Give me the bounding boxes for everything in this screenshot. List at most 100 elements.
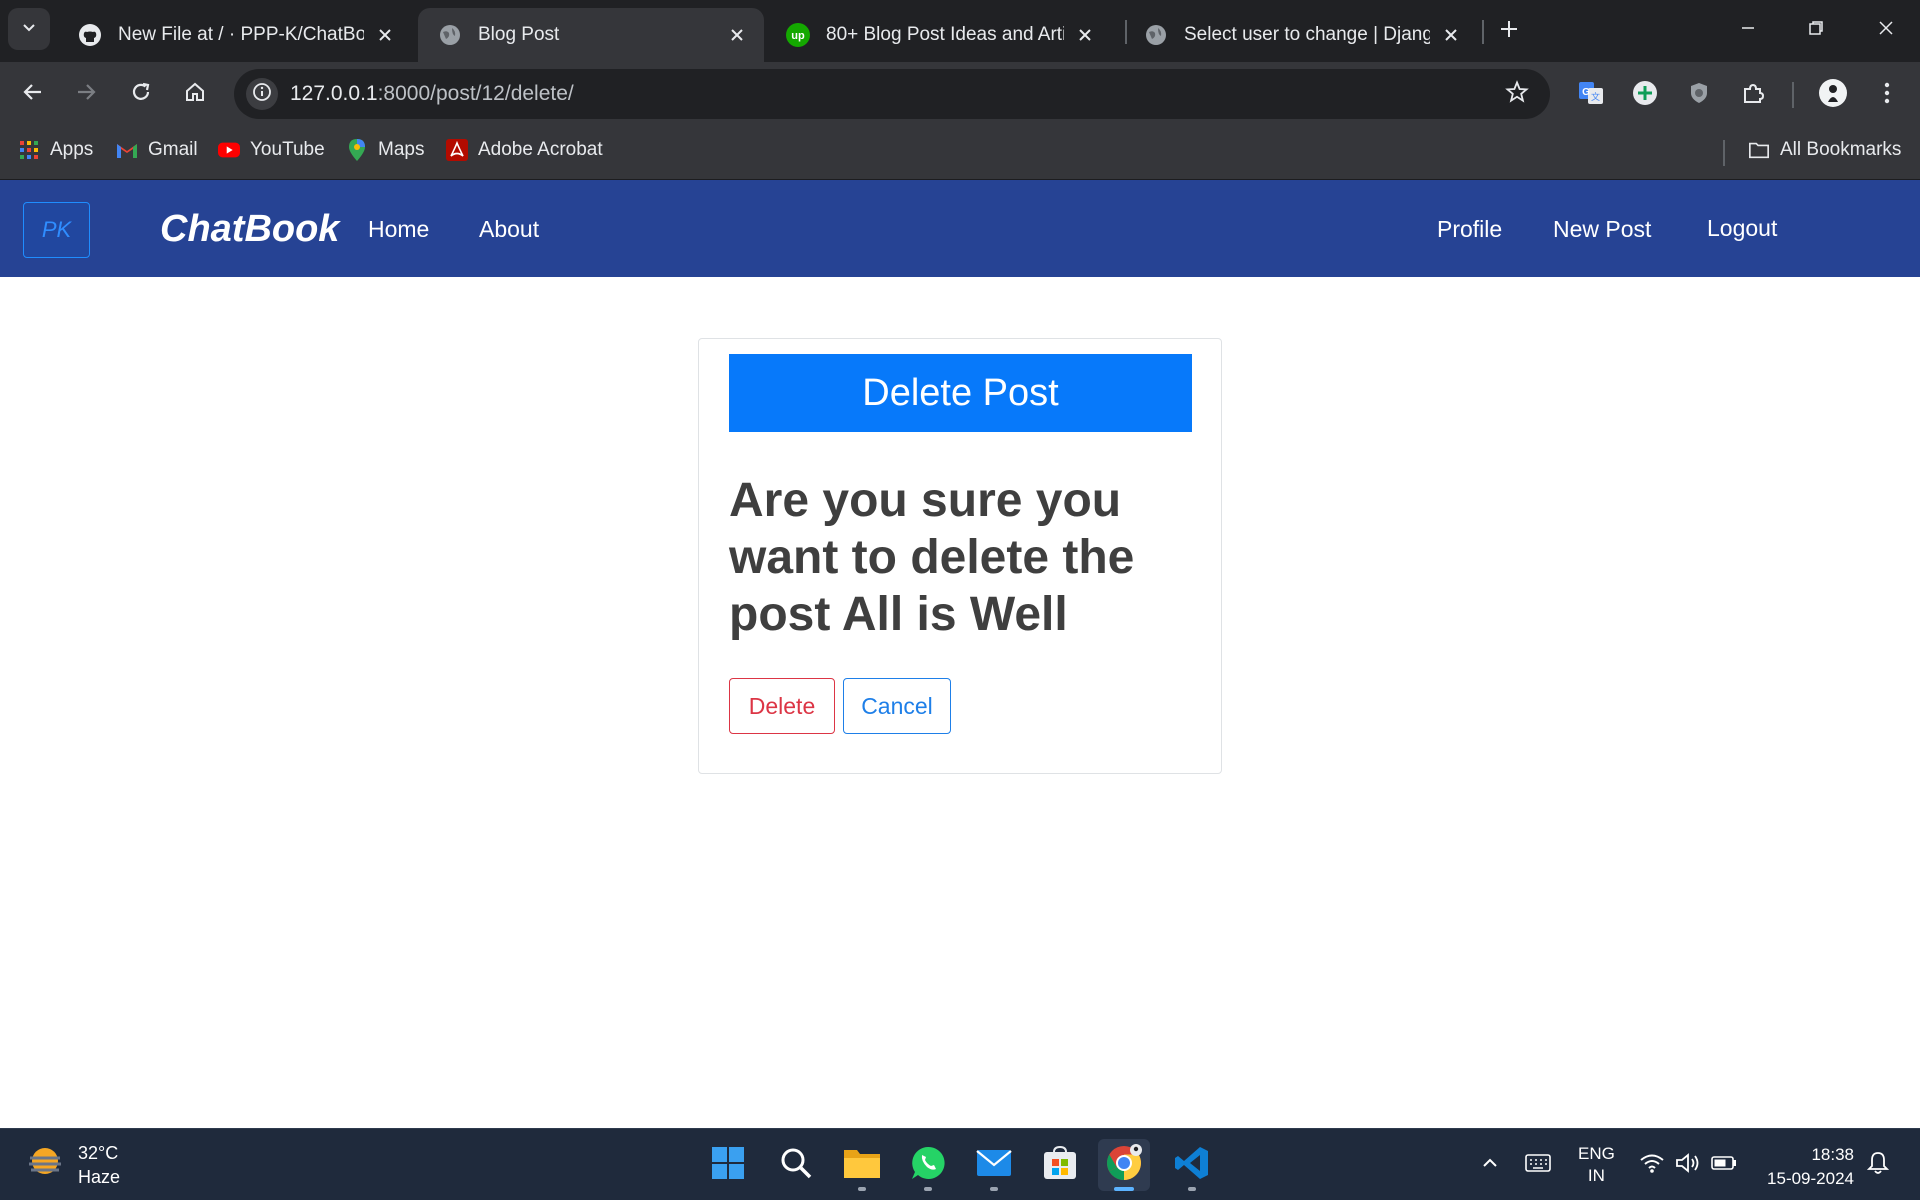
bookmark-maps[interactable]: Maps [346, 139, 424, 161]
site-info-button[interactable] [246, 78, 278, 110]
delete-button[interactable]: Delete [729, 678, 835, 734]
extensions-button[interactable] [1736, 78, 1770, 112]
address-bar[interactable]: 127.0.0.1:8000/post/12/delete/ [234, 69, 1550, 119]
close-icon[interactable] [374, 24, 396, 46]
taskbar-search-button[interactable] [770, 1139, 822, 1191]
bookmark-label: Maps [378, 139, 425, 160]
windows-taskbar: 32°C Haze ENG IN 18:38 15-09-2024 [0, 1128, 1920, 1200]
start-button[interactable] [702, 1139, 754, 1191]
minimize-icon [1740, 20, 1756, 41]
taskbar-vscode[interactable] [1166, 1139, 1218, 1191]
close-icon [1878, 20, 1894, 41]
bookmark-gmail[interactable]: Gmail [116, 139, 198, 161]
bookmark-youtube[interactable]: YouTube [218, 139, 325, 161]
weather-widget[interactable]: 32°C Haze [26, 1141, 120, 1189]
haze-weather-icon [26, 1144, 64, 1187]
brand-badge[interactable]: PK [23, 202, 90, 258]
bookmark-label: Adobe Acrobat [478, 139, 603, 160]
browser-menu-button[interactable] [1870, 78, 1904, 112]
tab-github[interactable]: New File at / · PPP-K/ChatBook [58, 8, 412, 62]
taskbar-file-explorer[interactable] [836, 1139, 888, 1191]
back-button[interactable] [15, 76, 51, 112]
avatar [1818, 78, 1848, 113]
translate-icon: G文 [1577, 79, 1605, 112]
clock-date: 15-09-2024 [1767, 1169, 1854, 1188]
brand-name[interactable]: ChatBook [160, 208, 339, 251]
vscode-icon [1174, 1145, 1210, 1186]
plus-circle-icon [1632, 80, 1658, 111]
bookmark-label: YouTube [250, 139, 325, 160]
svg-text:up: up [791, 30, 805, 42]
url-path: :8000/post/12/delete/ [377, 82, 574, 105]
card-header: Delete Post [729, 354, 1192, 432]
toolbar-separator [1792, 82, 1794, 108]
upwork-icon: up [786, 23, 810, 47]
notifications-button[interactable] [1862, 1149, 1894, 1181]
language-indicator[interactable]: ENG IN [1578, 1143, 1615, 1187]
taskbar-whatsapp[interactable] [902, 1139, 954, 1191]
privacy-extension[interactable] [1682, 78, 1716, 112]
mail-icon [976, 1149, 1012, 1182]
bookmark-apps[interactable]: Apps [18, 139, 93, 161]
restore-button[interactable] [1788, 10, 1844, 50]
volume-status[interactable] [1672, 1149, 1704, 1181]
all-bookmarks-button[interactable]: All Bookmarks [1748, 139, 1901, 161]
touch-keyboard-button[interactable] [1522, 1149, 1554, 1181]
taskbar-chrome[interactable] [1098, 1139, 1150, 1191]
minimize-button[interactable] [1720, 10, 1776, 50]
close-window-button[interactable] [1858, 10, 1914, 50]
nav-profile-link[interactable]: Profile [1437, 216, 1502, 243]
store-icon [1043, 1145, 1077, 1185]
all-bookmarks-label: All Bookmarks [1780, 139, 1902, 160]
plus-icon [1499, 19, 1519, 44]
reload-button[interactable] [123, 76, 159, 112]
battery-status[interactable] [1708, 1149, 1740, 1181]
chrome-icon [1105, 1143, 1143, 1187]
google-translate-extension[interactable]: G文 [1574, 78, 1608, 112]
tab-django-admin[interactable]: Select user to change | Django s [1124, 8, 1478, 62]
clock-time: 18:38 [1811, 1145, 1854, 1164]
delete-confirm-card: Delete Post Are you sure you want to del… [698, 338, 1222, 774]
close-icon[interactable] [1074, 24, 1096, 46]
taskbar-mail[interactable] [968, 1139, 1020, 1191]
weather-temp: 32°C [78, 1143, 119, 1163]
svg-text:文: 文 [1591, 91, 1600, 102]
nav-about-link[interactable]: About [479, 216, 539, 243]
home-button[interactable] [177, 76, 213, 112]
running-indicator [858, 1187, 866, 1191]
tab-search-button[interactable] [8, 8, 50, 50]
new-tab-button[interactable] [1492, 14, 1526, 48]
youtube-icon [218, 139, 240, 161]
nav-logout-link[interactable]: Logout [1707, 215, 1777, 242]
tab-upwork[interactable]: up 80+ Blog Post Ideas and Article [766, 8, 1112, 62]
maps-pin-icon [346, 139, 368, 161]
globe-icon [438, 23, 462, 47]
info-icon [252, 82, 272, 107]
nav-home-link[interactable]: Home [368, 216, 429, 243]
wifi-status[interactable] [1636, 1149, 1668, 1181]
add-extension-button[interactable] [1628, 78, 1662, 112]
search-icon [780, 1147, 812, 1184]
nav-new-post-link[interactable]: New Post [1553, 216, 1651, 243]
profile-button[interactable] [1816, 78, 1850, 112]
taskbar-store[interactable] [1034, 1139, 1086, 1191]
tab-title: Select user to change | Django s [1184, 24, 1430, 45]
close-icon[interactable] [1440, 24, 1462, 46]
restore-icon [1808, 20, 1824, 41]
system-clock[interactable]: 18:38 15-09-2024 [1767, 1143, 1854, 1191]
puzzle-icon [1741, 81, 1765, 110]
battery-icon [1711, 1155, 1737, 1176]
site-navbar: PK ChatBook Home About Profile New Post … [0, 180, 1920, 277]
star-icon [1505, 79, 1529, 109]
close-icon[interactable] [726, 24, 748, 46]
cancel-button[interactable]: Cancel [843, 678, 951, 734]
bookmark-adobe-acrobat[interactable]: Adobe Acrobat [446, 139, 603, 161]
weather-desc: Haze [78, 1167, 121, 1187]
bookmark-star-button[interactable] [1504, 79, 1530, 109]
file-explorer-icon [843, 1147, 881, 1184]
keyboard-icon [1525, 1153, 1551, 1178]
tab-blog-post[interactable]: Blog Post [418, 8, 764, 62]
running-indicator [1188, 1187, 1196, 1191]
show-hidden-icons-button[interactable] [1474, 1149, 1506, 1181]
forward-button[interactable] [68, 76, 104, 112]
